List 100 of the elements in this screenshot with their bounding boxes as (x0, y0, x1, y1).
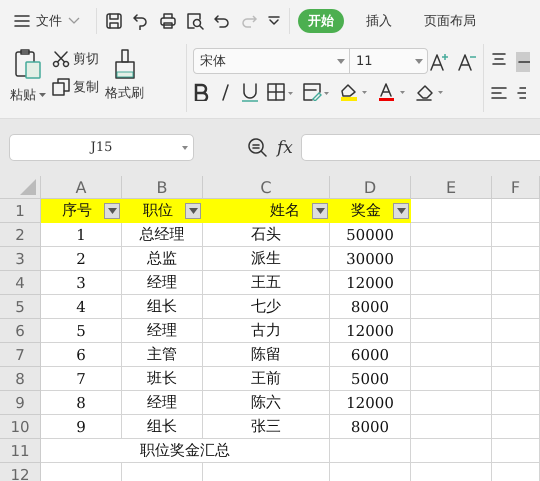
table-cell: 总监 (147, 249, 177, 268)
row-header[interactable]: 5 (0, 295, 41, 319)
scissors-icon (52, 50, 70, 68)
table-cell: 陈六 (251, 393, 281, 412)
header-cell: 职位 (143, 201, 173, 220)
caret-icon (396, 208, 406, 214)
empty-cell (492, 343, 540, 367)
caret-icon (182, 146, 188, 150)
table-cell: 12000 (346, 394, 394, 412)
conditional-format-icon[interactable] (303, 83, 331, 101)
table-cell: 8000 (350, 418, 390, 436)
ribbon-tab[interactable]: 插入 (356, 9, 402, 33)
table-cell: 4 (76, 298, 86, 316)
align-center-icon[interactable] (516, 86, 526, 102)
row-header[interactable]: 8 (0, 367, 41, 391)
row-header[interactable]: 2 (0, 223, 41, 247)
row-header[interactable]: 9 (0, 391, 41, 415)
cut-button[interactable]: 剪切 (52, 50, 99, 68)
caret-icon (188, 208, 198, 214)
table-cell: 经理 (147, 321, 177, 340)
ribbon-tab[interactable]: 页面布局 (414, 9, 486, 33)
column-header[interactable]: E (411, 176, 492, 199)
table-cell: 经理 (147, 393, 177, 412)
table-cell: 3 (76, 274, 86, 292)
table-cell: 张三 (251, 417, 281, 436)
zoom-formula-icon[interactable] (247, 136, 269, 158)
row-header[interactable]: 7 (0, 343, 41, 367)
table-cell: 30000 (346, 250, 394, 268)
header-cell: 姓名 (270, 201, 300, 220)
empty-cell (492, 415, 540, 439)
empty-cell (492, 295, 540, 319)
copy-icon (52, 78, 70, 96)
align-top-icon[interactable] (490, 52, 508, 68)
header-cell: 奖金 (351, 201, 381, 220)
row-header[interactable]: 3 (0, 247, 41, 271)
decrease-font-icon[interactable] (457, 52, 477, 72)
column-header[interactable]: A (41, 176, 122, 199)
table-cell: 50000 (346, 226, 394, 244)
table-cell: 组长 (147, 417, 177, 436)
bold-icon[interactable] (193, 83, 209, 101)
row-header[interactable]: 6 (0, 319, 41, 343)
table-cell: 七少 (251, 297, 281, 316)
fill-color-icon[interactable] (339, 82, 369, 102)
table-cell: 班长 (147, 369, 177, 388)
table-cell: 组长 (147, 297, 177, 316)
align-left-icon[interactable] (490, 86, 508, 102)
table-cell: 12000 (346, 274, 394, 292)
caret-icon (108, 208, 116, 214)
save-icon[interactable] (105, 12, 123, 30)
paste-button[interactable]: 粘贴 (10, 48, 46, 104)
file-menu[interactable]: 文件 (14, 12, 88, 30)
font-color-icon[interactable] (377, 82, 407, 102)
table-cell: 主管 (147, 345, 177, 364)
row-header[interactable]: 10 (0, 415, 41, 439)
column-header[interactable]: C (203, 176, 330, 199)
empty-cell (492, 391, 540, 415)
filter-button[interactable] (312, 202, 328, 218)
borders-icon[interactable] (267, 83, 295, 101)
clipboard-icon (14, 48, 42, 80)
table-cell: 经理 (147, 273, 177, 292)
row-header[interactable]: 11 (0, 439, 41, 463)
table-cell: 古力 (251, 321, 281, 340)
row-header[interactable]: 1 (0, 199, 41, 223)
ribbon-tab[interactable]: 开始 (298, 9, 344, 33)
table-cell: 5 (76, 322, 86, 340)
empty-cell (492, 223, 540, 247)
filter-button[interactable] (393, 202, 409, 218)
row-header[interactable]: 4 (0, 271, 41, 295)
column-header[interactable]: F (492, 176, 540, 199)
table-cell: 6000 (350, 346, 390, 364)
formula-input[interactable] (300, 134, 540, 161)
filter-button[interactable] (104, 202, 120, 218)
print-preview-icon[interactable] (186, 12, 204, 30)
print-icon[interactable] (159, 12, 177, 30)
table-cell: 8 (76, 394, 86, 412)
table-cell: 王前 (251, 369, 281, 388)
empty-cell (492, 367, 540, 391)
chevron-down-icon (68, 17, 80, 25)
table-cell: 6 (76, 346, 86, 364)
table-cell: 石头 (251, 225, 281, 244)
header-cell: 序号 (62, 201, 92, 220)
filter-button[interactable] (185, 202, 201, 218)
copy-button[interactable]: 复制 (52, 78, 99, 96)
table-cell: 5000 (350, 370, 390, 388)
column-header[interactable]: B (122, 176, 203, 199)
underline-icon[interactable] (241, 82, 259, 102)
table-cell: 总经理 (140, 225, 184, 244)
empty-cell (492, 199, 540, 223)
empty-cell (492, 439, 540, 463)
table-cell: 陈留 (251, 345, 281, 364)
increase-font-icon[interactable] (429, 52, 449, 72)
name-box[interactable]: J15 (9, 134, 194, 161)
column-header[interactable]: D (330, 176, 411, 199)
format-painter-button[interactable]: 格式刷 (105, 48, 144, 102)
table-cell: 7 (76, 370, 86, 388)
row-header[interactable]: 12 (0, 463, 41, 481)
function-button[interactable]: fx (277, 138, 293, 158)
align-middle-icon[interactable] (516, 52, 530, 72)
table-cell: 9 (76, 418, 86, 436)
menu-icon (14, 15, 30, 27)
